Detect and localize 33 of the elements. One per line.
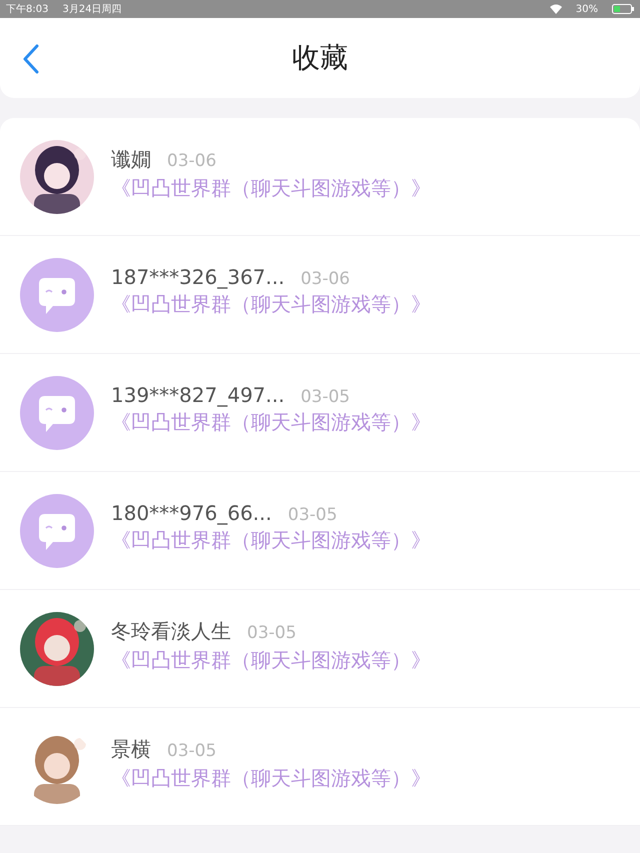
- chat-avatar-icon: [20, 258, 94, 332]
- favorite-item[interactable]: 谶嫺 03-06 《凹凸世界群（聊天斗图游戏等）》: [0, 118, 640, 236]
- status-date: 3月24日周四: [62, 3, 122, 16]
- favorite-item[interactable]: 景横 03-05 《凹凸世界群（聊天斗图游戏等）》: [0, 708, 640, 826]
- user-name: 139***827_497...: [111, 383, 285, 407]
- group-name: 《凹凸世界群（聊天斗图游戏等）》: [111, 174, 431, 202]
- group-name: 《凹凸世界群（聊天斗图游戏等）》: [111, 646, 431, 674]
- user-name: 谶嫺: [111, 146, 151, 172]
- wifi-icon: [550, 4, 562, 14]
- status-battery-percent: 30%: [576, 4, 598, 14]
- page-title: 收藏: [292, 40, 348, 76]
- item-date: 03-05: [167, 740, 216, 760]
- favorite-item[interactable]: 139***827_497... 03-05 《凹凸世界群（聊天斗图游戏等）》: [0, 354, 640, 472]
- user-name: 187***326_367...: [111, 265, 285, 289]
- group-name: 《凹凸世界群（聊天斗图游戏等）》: [111, 527, 431, 554]
- item-date: 03-06: [167, 150, 216, 170]
- status-time: 下午8:03: [6, 3, 48, 16]
- item-date: 03-05: [247, 622, 296, 642]
- group-name: 《凹凸世界群（聊天斗图游戏等）》: [111, 291, 431, 318]
- user-name: 冬玲看淡人生: [111, 618, 231, 644]
- item-date: 03-05: [300, 387, 350, 407]
- item-date: 03-06: [300, 269, 350, 289]
- user-name: 景横: [111, 736, 151, 762]
- item-date: 03-05: [288, 505, 338, 525]
- group-name: 《凹凸世界群（聊天斗图游戏等）》: [111, 764, 431, 792]
- favorite-item[interactable]: 180***976_66... 03-05 《凹凸世界群（聊天斗图游戏等）》: [0, 472, 640, 590]
- chat-avatar-icon: [20, 376, 94, 450]
- favorite-item[interactable]: 187***326_367... 03-06 《凹凸世界群（聊天斗图游戏等）》: [0, 236, 640, 354]
- favorite-item[interactable]: 冬玲看淡人生 03-05 《凹凸世界群（聊天斗图游戏等）》: [0, 590, 640, 708]
- group-name: 《凹凸世界群（聊天斗图游戏等）》: [111, 409, 431, 436]
- user-name: 180***976_66...: [111, 501, 272, 525]
- battery-icon: [612, 4, 634, 14]
- chat-avatar-icon: [20, 494, 94, 568]
